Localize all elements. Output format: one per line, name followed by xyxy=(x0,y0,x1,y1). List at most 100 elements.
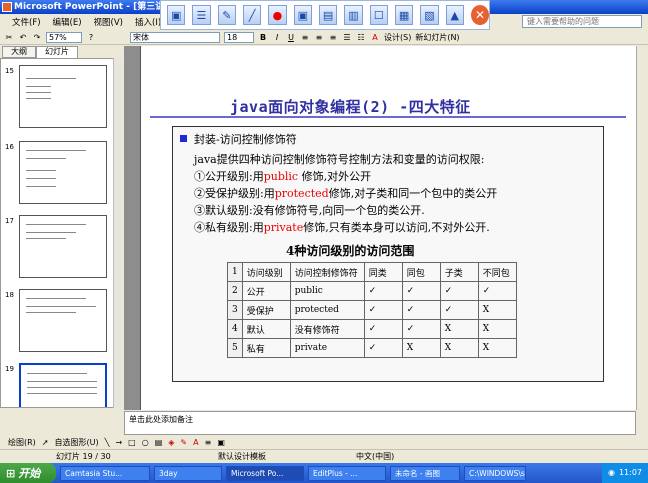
draw-menu[interactable]: 绘图(R) xyxy=(8,437,36,448)
window-title: Microsoft PowerPoint - [第三讲 xyxy=(14,2,165,12)
help-icon[interactable]: ? xyxy=(86,32,96,43)
slide-thumbnail[interactable] xyxy=(19,215,107,278)
network-icon[interactable]: ◉ xyxy=(608,463,615,483)
zoom-select[interactable]: 57% xyxy=(46,31,82,43)
fill-color-icon[interactable]: ◈ xyxy=(168,438,174,447)
design-button[interactable]: 设计(S) xyxy=(384,32,411,43)
powerpoint-icon xyxy=(2,2,12,12)
window-icon[interactable]: ▣ xyxy=(293,5,312,25)
taskbar-item[interactable]: 3day xyxy=(154,465,222,481)
start-button[interactable]: ⊞ 开始 xyxy=(0,463,56,483)
line-tool-icon[interactable]: ╲ xyxy=(105,438,110,447)
bullets-icon[interactable]: ☷ xyxy=(356,32,366,43)
content-line: ①公开级别:用public 修饰,对外公开 xyxy=(194,170,372,183)
panel-tabs: 大纲 幻灯片 xyxy=(2,46,122,58)
taskbar-item[interactable]: C:\WINDOWS\s... xyxy=(464,465,526,481)
menu-view[interactable]: 视图(V) xyxy=(94,16,123,28)
menu-icon[interactable]: ☰ xyxy=(192,5,211,25)
thumbnail-number: 19 xyxy=(5,365,14,373)
slide-thumbnail[interactable] xyxy=(19,289,107,352)
autoshape-menu[interactable]: 自选图形(U) xyxy=(55,437,99,448)
shadow-icon[interactable]: ▣ xyxy=(217,438,225,447)
numbering-icon[interactable]: ☰ xyxy=(342,32,352,43)
close-icon[interactable]: ✕ xyxy=(470,5,490,25)
record-icon[interactable]: ● xyxy=(268,5,287,25)
slide-thumbnails-panel: 15 16 17 18 19 xyxy=(0,58,122,408)
table-cell: ✓ xyxy=(363,338,403,358)
triangle-icon[interactable]: ▲ xyxy=(445,5,464,25)
arrow-tool-icon[interactable]: → xyxy=(115,438,122,447)
tab-slides[interactable]: 幻灯片 xyxy=(36,46,78,58)
line-style-icon[interactable]: ≡ xyxy=(205,438,212,447)
font-color-icon-2[interactable]: A xyxy=(193,438,198,447)
bold-button[interactable]: B xyxy=(258,32,268,43)
taskbar-item[interactable]: EditPlus - ... xyxy=(308,465,386,481)
redo-icon[interactable]: ↷ xyxy=(32,32,42,43)
underline-button[interactable]: U xyxy=(286,32,296,43)
table-cell: 4 xyxy=(227,319,243,339)
table-cell: 访问级别 xyxy=(241,262,291,282)
vertical-scrollbar[interactable] xyxy=(636,46,648,410)
formatting-toolbar: ✂ ↶ ↷ 57% ? 宋体 18 B I U ≡ ≡ ≡ ☰ ☷ A 设计(S… xyxy=(0,30,648,45)
table-cell: X xyxy=(439,319,479,339)
table-cell: X xyxy=(401,338,441,358)
rectangle-tool-icon[interactable]: □ xyxy=(128,438,136,447)
undo-icon[interactable]: ↶ xyxy=(18,32,28,43)
table-cell: ✓ xyxy=(439,300,479,320)
language-status: 中文(中国) xyxy=(356,452,395,461)
taskbar-item[interactable]: Microsoft Po... xyxy=(226,465,304,481)
table-row: 5 私有 private ✓ X X X xyxy=(227,338,517,358)
textbox-tool-icon[interactable]: ▤ xyxy=(155,438,163,447)
taskbar-item[interactable]: 未命名 - 画图 xyxy=(390,465,460,481)
table-cell: ✓ xyxy=(439,281,479,301)
table-title: 4种访问级别的访问范围 xyxy=(286,244,415,258)
menu-insert[interactable]: 插入(I) xyxy=(135,16,161,28)
template-name: 默认设计模板 xyxy=(218,452,266,461)
clock: 11:07 xyxy=(618,468,642,477)
font-color-icon[interactable]: A xyxy=(370,32,380,43)
table-cell: 没有修饰符 xyxy=(289,319,365,339)
screen-icon[interactable]: ▣ xyxy=(167,5,186,25)
table-cell: 3 xyxy=(227,300,243,320)
notes-pane[interactable]: 单击此处添加备注 xyxy=(124,411,636,435)
align-left-icon[interactable]: ≡ xyxy=(300,32,310,43)
pen-icon[interactable]: ✎ xyxy=(217,5,236,25)
slide-counter: 幻灯片 19 / 30 xyxy=(56,452,111,461)
table-cell: 私有 xyxy=(241,338,291,358)
select-arrow-icon[interactable]: ➚ xyxy=(42,438,49,447)
taskbar-item[interactable]: Camtasia Stu... xyxy=(60,465,150,481)
table-cell: ✓ xyxy=(401,319,441,339)
thumbnail-number: 16 xyxy=(5,143,14,151)
system-tray: ◉ 11:07 xyxy=(601,463,648,483)
menu-edit[interactable]: 编辑(E) xyxy=(53,16,82,28)
frame-icon[interactable]: ☐ xyxy=(369,5,388,25)
italic-button[interactable]: I xyxy=(272,32,282,43)
table-row: 2 公开 public ✓ ✓ ✓ ✓ xyxy=(227,281,517,301)
stack-icon[interactable]: ▧ xyxy=(420,5,439,25)
line-color-icon[interactable]: ✎ xyxy=(180,438,187,447)
layers-icon[interactable]: ▦ xyxy=(394,5,414,25)
table-cell: ✓ xyxy=(477,281,517,301)
table-cell: 默认 xyxy=(241,319,291,339)
line-icon[interactable]: ╱ xyxy=(242,5,262,25)
align-right-icon[interactable]: ≡ xyxy=(328,32,338,43)
grid-icon[interactable]: ▤ xyxy=(318,5,338,25)
help-search-input[interactable]: 键入需要帮助的问题 xyxy=(522,15,642,28)
thumbnail-number: 18 xyxy=(5,291,14,299)
font-size-select[interactable]: 18 xyxy=(224,31,254,43)
cut-icon[interactable]: ✂ xyxy=(4,32,14,43)
font-select[interactable]: 宋体 xyxy=(130,31,220,43)
slide-thumbnail-selected[interactable] xyxy=(19,363,107,407)
menu-file[interactable]: 文件(F) xyxy=(12,16,41,28)
thumbnail-scrollbar[interactable] xyxy=(113,58,122,408)
new-slide-button[interactable]: 新幻灯片(N) xyxy=(415,32,459,43)
align-center-icon[interactable]: ≡ xyxy=(314,32,324,43)
panel-icon[interactable]: ▥ xyxy=(344,5,363,25)
slide-thumbnail[interactable] xyxy=(19,65,107,128)
oval-tool-icon[interactable]: ○ xyxy=(142,438,149,447)
table-cell: 不同包 xyxy=(477,262,517,282)
tab-outline[interactable]: 大纲 xyxy=(2,46,36,58)
table-cell: X xyxy=(439,338,479,358)
slide-thumbnail[interactable] xyxy=(19,141,107,204)
content-line: java提供四种访问控制修饰符号控制方法和变量的访问权限: xyxy=(194,153,485,166)
